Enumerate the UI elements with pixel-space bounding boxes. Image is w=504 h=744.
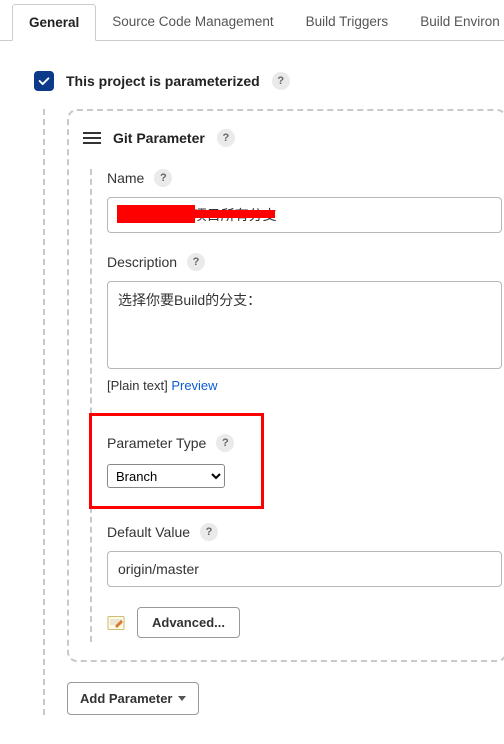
tab-build-environment[interactable]: Build Environ [404, 4, 504, 40]
parameter-type-select[interactable]: Branch [107, 464, 225, 488]
default-value-input[interactable] [107, 551, 502, 587]
tab-scm[interactable]: Source Code Management [96, 4, 289, 40]
add-parameter-label: Add Parameter [80, 691, 172, 706]
git-parameter-body: Name ? Description ? 选择你要Build的分支： [90, 169, 504, 642]
redaction-overlay [179, 210, 275, 218]
advanced-button[interactable]: Advanced... [137, 607, 240, 638]
parameter-type-label: Parameter Type [107, 435, 206, 451]
default-value-help-icon[interactable]: ? [200, 523, 218, 541]
name-help-icon[interactable]: ? [154, 169, 172, 187]
name-field: Name ? [92, 169, 504, 233]
tab-build-triggers[interactable]: Build Triggers [290, 4, 405, 40]
tab-general[interactable]: General [12, 4, 96, 41]
parameter-type-help-icon[interactable]: ? [216, 434, 234, 452]
chevron-down-icon [178, 696, 186, 701]
default-value-label: Default Value [107, 524, 190, 540]
description-help-icon[interactable]: ? [187, 253, 205, 271]
parameterized-label: This project is parameterized [66, 73, 260, 89]
parameter-type-highlight: Parameter Type ? Branch [89, 413, 264, 509]
default-value-field: Default Value ? [92, 523, 504, 587]
description-textarea[interactable]: 选择你要Build的分支： [107, 281, 502, 369]
parameterized-help-icon[interactable]: ? [272, 72, 290, 90]
git-parameter-title: Git Parameter [113, 130, 205, 146]
description-field: Description ? 选择你要Build的分支： [Plain text]… [92, 253, 504, 393]
parameters-indent: Git Parameter ? Name ? [43, 109, 504, 715]
description-label: Description [107, 254, 177, 270]
parameterized-row: This project is parameterized ? [34, 71, 504, 91]
name-label: Name [107, 170, 144, 186]
plain-text-label: [Plain text] [107, 378, 171, 393]
add-parameter-button[interactable]: Add Parameter [67, 682, 199, 715]
git-parameter-help-icon[interactable]: ? [217, 129, 235, 147]
general-tab-content: This project is parameterized ? Git Para… [0, 41, 504, 715]
advanced-row: Advanced... [92, 607, 504, 638]
note-icon [107, 614, 125, 632]
parameterized-checkbox[interactable] [34, 71, 54, 91]
drag-handle-icon[interactable] [83, 132, 101, 144]
checkmark-icon [37, 74, 51, 88]
description-format-row: [Plain text] Preview [107, 378, 504, 393]
preview-link[interactable]: Preview [171, 378, 217, 393]
config-tabs: General Source Code Management Build Tri… [0, 0, 504, 41]
git-parameter-header: Git Parameter ? [83, 129, 504, 147]
git-parameter-box: Git Parameter ? Name ? [67, 109, 504, 662]
